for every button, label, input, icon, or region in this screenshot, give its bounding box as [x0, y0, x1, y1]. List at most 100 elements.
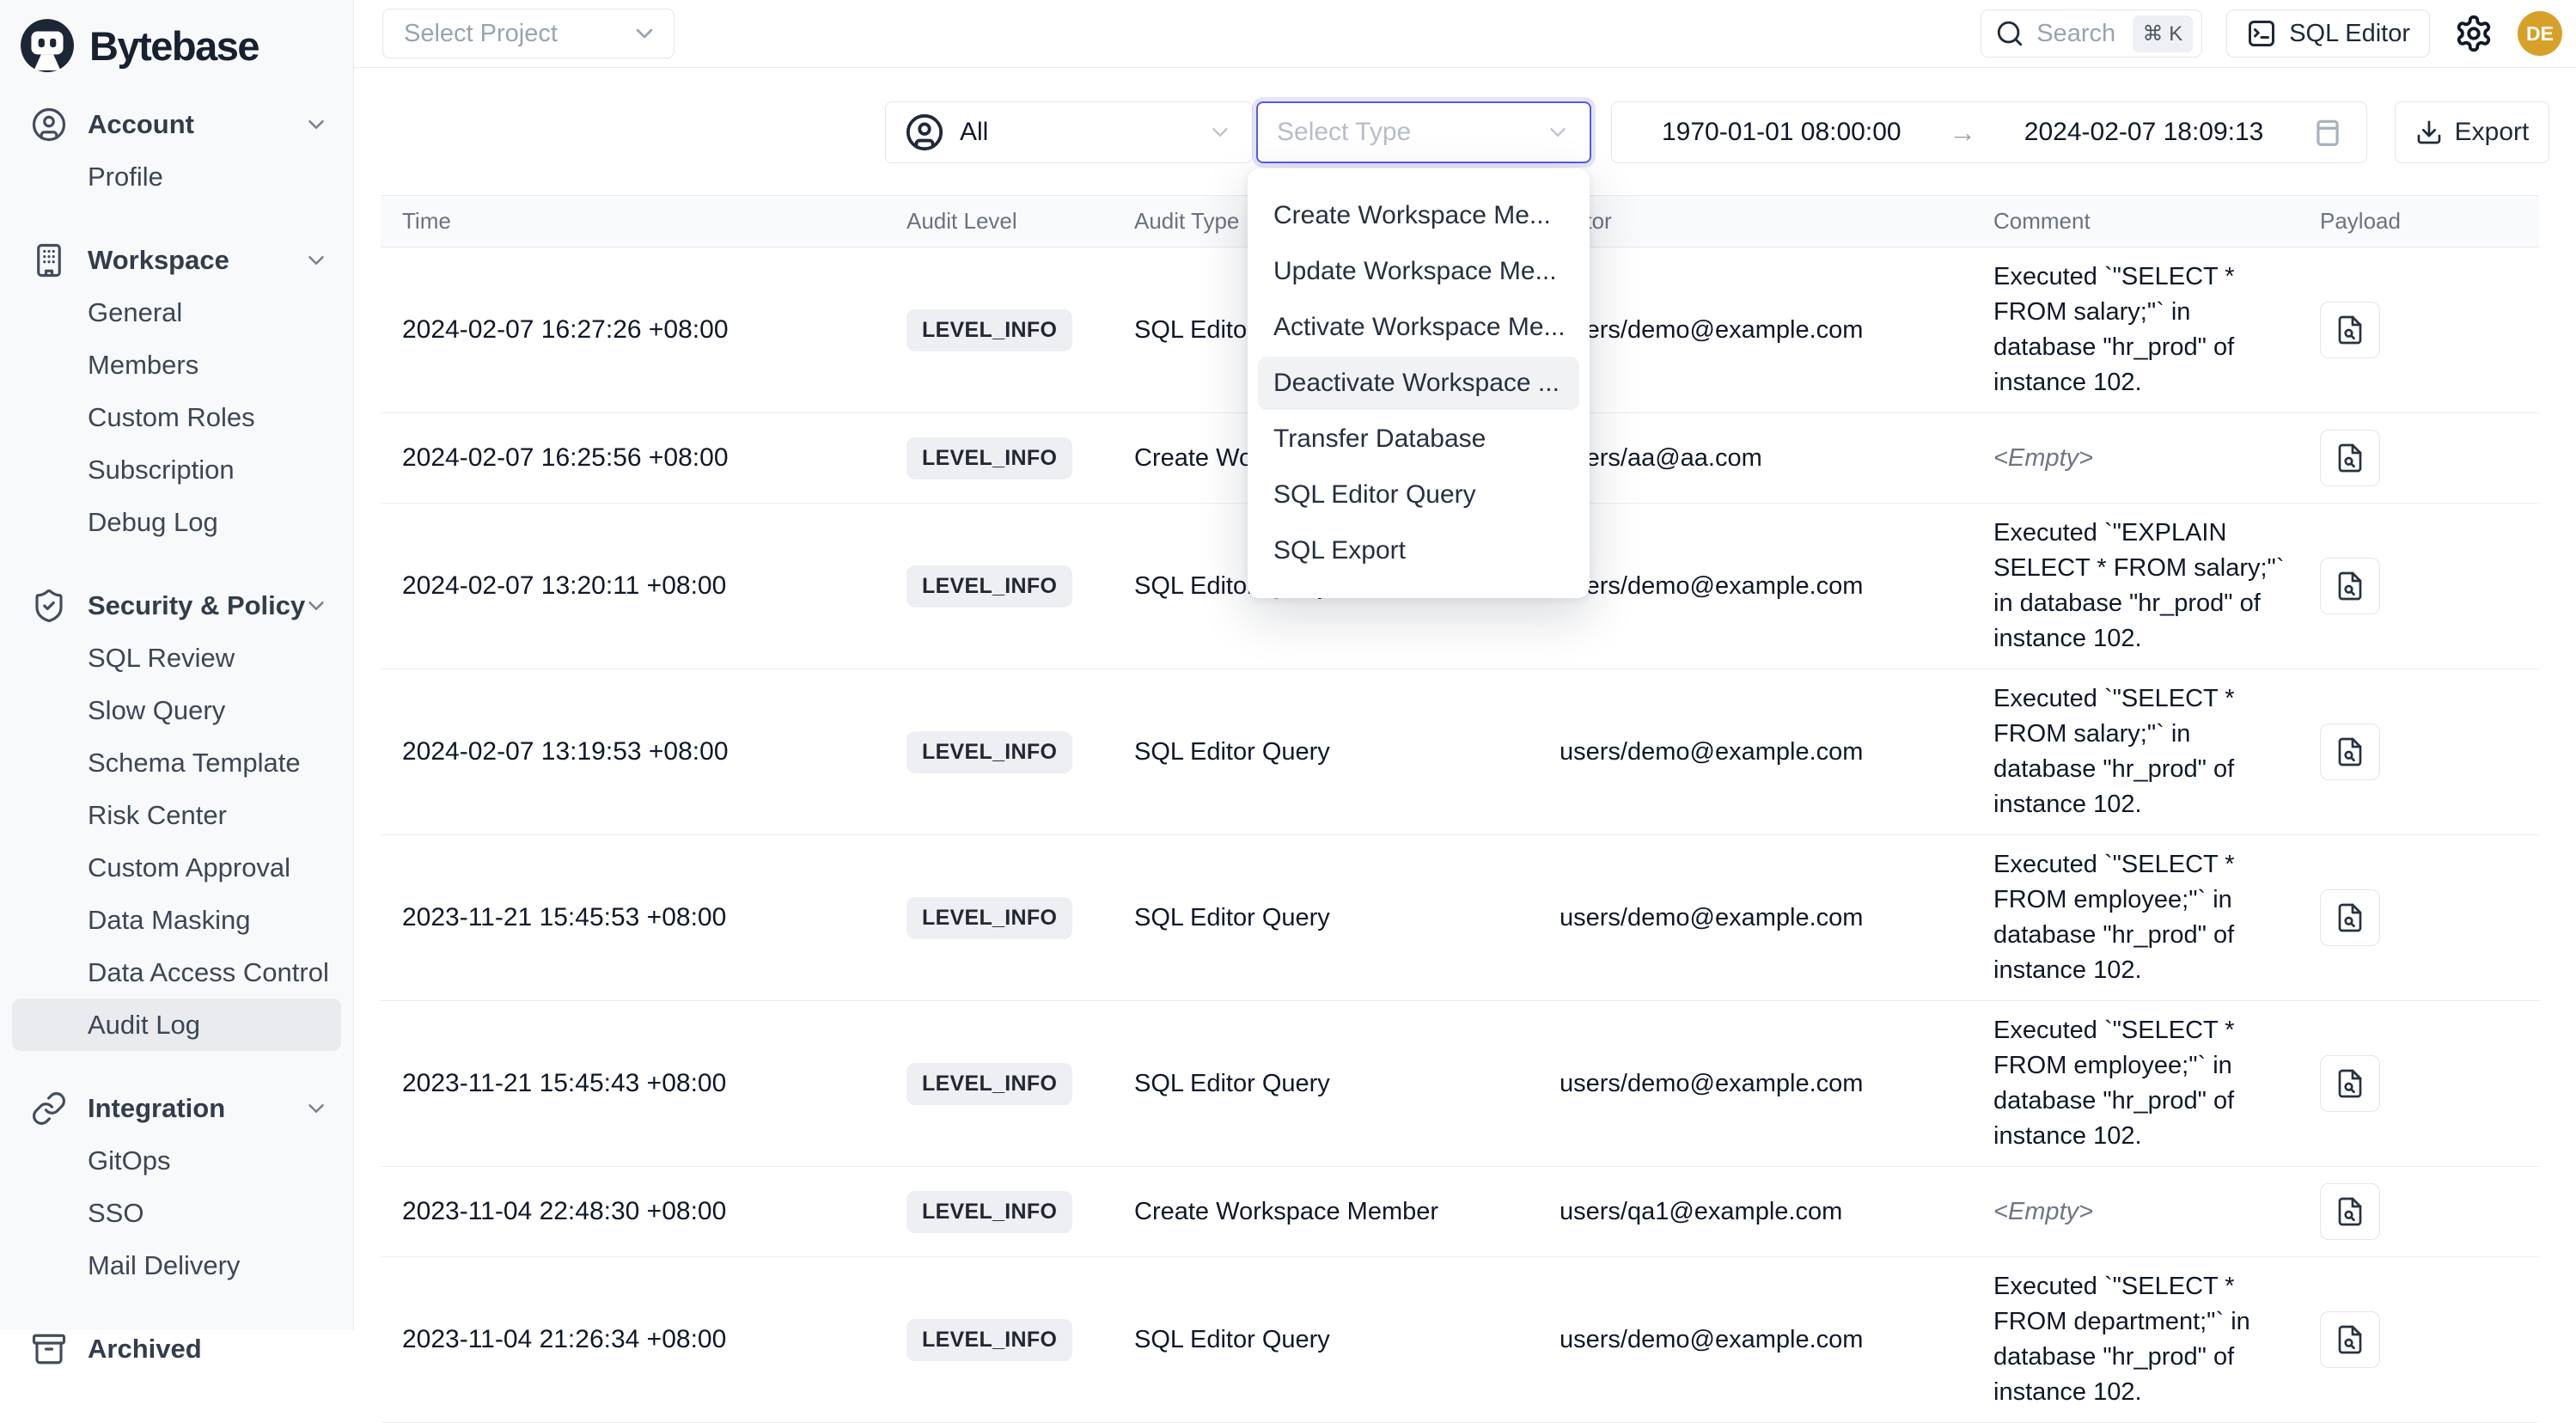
sql-editor-button[interactable]: SQL Editor [2226, 9, 2430, 58]
sidebar-item-gitops[interactable]: GitOps [0, 1134, 353, 1187]
type-option-update-workspace-me[interactable]: Update Workspace Me... [1248, 245, 1590, 298]
type-option-activate-workspace-me[interactable]: Activate Workspace Me... [1248, 301, 1590, 354]
sidebar-item-label: Workspace [88, 245, 229, 276]
sidebar-item-label: Data Masking [88, 905, 251, 936]
avatar[interactable]: DE [2518, 11, 2562, 56]
sidebar-item-label: Custom Roles [88, 402, 255, 433]
sidebar-item-slow-query[interactable]: Slow Query [0, 684, 353, 736]
audit-comment: <Empty> [1993, 1194, 2290, 1230]
search-input[interactable]: Search ⌘ K [1981, 9, 2202, 58]
col-header-actor: Actor [1536, 208, 1970, 235]
archived-icon [31, 1331, 67, 1367]
file-search-icon [2335, 571, 2365, 602]
sidebar-item-sso[interactable]: SSO [0, 1187, 353, 1239]
audit-time: 2024-02-07 13:20:11 +08:00 [381, 571, 883, 601]
settings-button[interactable] [2454, 14, 2494, 53]
payload-view-button[interactable] [2320, 430, 2380, 486]
sidebar-item-mail-delivery[interactable]: Mail Delivery [0, 1239, 353, 1292]
type-option-sql-editor-query[interactable]: SQL Editor Query [1248, 468, 1590, 522]
sidebar-item-label: Subscription [88, 455, 235, 486]
sidebar-item-label: Profile [88, 162, 163, 192]
date-start-value[interactable]: 1970-01-01 08:00:00 [1662, 118, 1901, 147]
payload-view-button[interactable] [2320, 889, 2380, 946]
sidebar-item-label: Slow Query [88, 695, 225, 726]
project-select[interactable]: Select Project [382, 9, 675, 58]
file-search-icon [2335, 1068, 2365, 1099]
sidebar-nav: Account Profile Workspace General Member… [0, 82, 353, 1375]
payload-view-button[interactable] [2320, 302, 2380, 358]
table-row: 2024-02-07 13:19:53 +08:00 LEVEL_INFO SQ… [381, 669, 2539, 835]
sidebar-item-custom-approval[interactable]: Custom Approval [0, 841, 353, 894]
payload-view-button[interactable] [2320, 1183, 2380, 1240]
sidebar-item-label: Audit Log [88, 1010, 200, 1041]
sidebar-item-subscription[interactable]: Subscription [0, 443, 353, 496]
date-end-value[interactable]: 2024-02-07 18:09:13 [2024, 118, 2264, 147]
sidebar-item-label: Custom Approval [88, 852, 290, 883]
audit-comment: Executed `"SELECT * FROM employee;"` in … [1993, 847, 2290, 988]
payload-view-button[interactable] [2320, 1055, 2380, 1112]
actor-filter-select[interactable]: All [885, 101, 1253, 163]
sidebar-item-label: Integration [88, 1093, 225, 1124]
audit-type: SQL Editor Query [1111, 1070, 1536, 1098]
avatar-initials: DE [2526, 22, 2554, 46]
download-icon [2415, 119, 2443, 146]
sidebar-item-schema-template[interactable]: Schema Template [0, 736, 353, 789]
audit-actor: users/demo@example.com [1536, 1070, 1970, 1098]
sidebar-item-label: Schema Template [88, 748, 301, 779]
sidebar-item-archived[interactable]: Archived [0, 1322, 353, 1375]
audit-time: 2023-11-04 21:26:34 +08:00 [381, 1325, 883, 1354]
audit-actor: users/demo@example.com [1536, 572, 1970, 601]
brand-name: Bytebase [89, 22, 259, 70]
sidebar-item-data-masking[interactable]: Data Masking [0, 894, 353, 946]
type-option-create-workspace-me[interactable]: Create Workspace Me... [1248, 189, 1590, 242]
sidebar-item-profile[interactable]: Profile [0, 150, 353, 203]
audit-level-badge: LEVEL_INFO [906, 1319, 1072, 1361]
type-option-deactivate-workspace[interactable]: Deactivate Workspace ... [1258, 357, 1579, 410]
audit-comment: <Empty> [1993, 441, 2290, 476]
export-label: Export [2455, 118, 2530, 147]
col-header-payload: Payload [2298, 208, 2539, 235]
sidebar-item-label: Data Access Control [88, 957, 329, 988]
sidebar-item-members[interactable]: Members [0, 339, 353, 391]
integration-icon [31, 1090, 67, 1127]
sidebar-item-risk-center[interactable]: Risk Center [0, 789, 353, 841]
audit-comment: Executed `"SELECT * FROM salary;"` in da… [1993, 681, 2290, 822]
sidebar-item-general[interactable]: General [0, 286, 353, 339]
audit-type: SQL Editor Query [1111, 738, 1536, 766]
sidebar-item-account[interactable]: Account [0, 98, 353, 150]
user-circle-icon [905, 113, 944, 152]
sidebar-item-debug-log[interactable]: Debug Log [0, 496, 353, 548]
audit-type: Create Workspace Member [1111, 1198, 1536, 1226]
date-range-picker[interactable]: 1970-01-01 08:00:00 → 2024-02-07 18:09:1… [1611, 101, 2367, 163]
chevron-down-icon [303, 1096, 329, 1121]
sidebar-item-custom-roles[interactable]: Custom Roles [0, 391, 353, 443]
type-filter-select[interactable]: Select Type [1256, 101, 1591, 163]
audit-level-badge: LEVEL_INFO [906, 437, 1072, 479]
arrow-right-icon: → [1949, 117, 1976, 149]
type-option-sql-export[interactable]: SQL Export [1248, 524, 1590, 577]
sidebar-item-sql-review[interactable]: SQL Review [0, 632, 353, 684]
file-search-icon [2335, 902, 2365, 933]
workspace-icon [31, 242, 67, 278]
payload-view-button[interactable] [2320, 558, 2380, 614]
sidebar-item-label: Debug Log [88, 507, 218, 538]
payload-view-button[interactable] [2320, 1311, 2380, 1368]
sidebar-item-security-policy[interactable]: Security & Policy [0, 579, 353, 632]
sidebar-item-workspace[interactable]: Workspace [0, 234, 353, 286]
payload-view-button[interactable] [2320, 724, 2380, 780]
sidebar-item-audit-log[interactable]: Audit Log [12, 999, 341, 1051]
account-icon [31, 107, 67, 143]
export-button[interactable]: Export [2395, 101, 2549, 163]
sidebar-item-data-access-control[interactable]: Data Access Control [0, 946, 353, 999]
terminal-icon [2246, 18, 2277, 49]
search-icon [1995, 19, 2024, 48]
filter-bar: All Select Type 1970-01-01 08:00:00 → 20… [354, 101, 2576, 163]
type-option-transfer-database[interactable]: Transfer Database [1248, 412, 1590, 466]
type-filter-placeholder: Select Type [1277, 118, 1411, 147]
search-shortcut-badge: ⌘ K [2133, 15, 2194, 52]
file-search-icon [2335, 1324, 2365, 1355]
audit-time: 2023-11-21 15:45:43 +08:00 [381, 1069, 883, 1098]
audit-time: 2024-02-07 16:25:56 +08:00 [381, 443, 883, 473]
sidebar-item-integration[interactable]: Integration [0, 1082, 353, 1134]
sql-editor-label: SQL Editor [2289, 20, 2410, 48]
